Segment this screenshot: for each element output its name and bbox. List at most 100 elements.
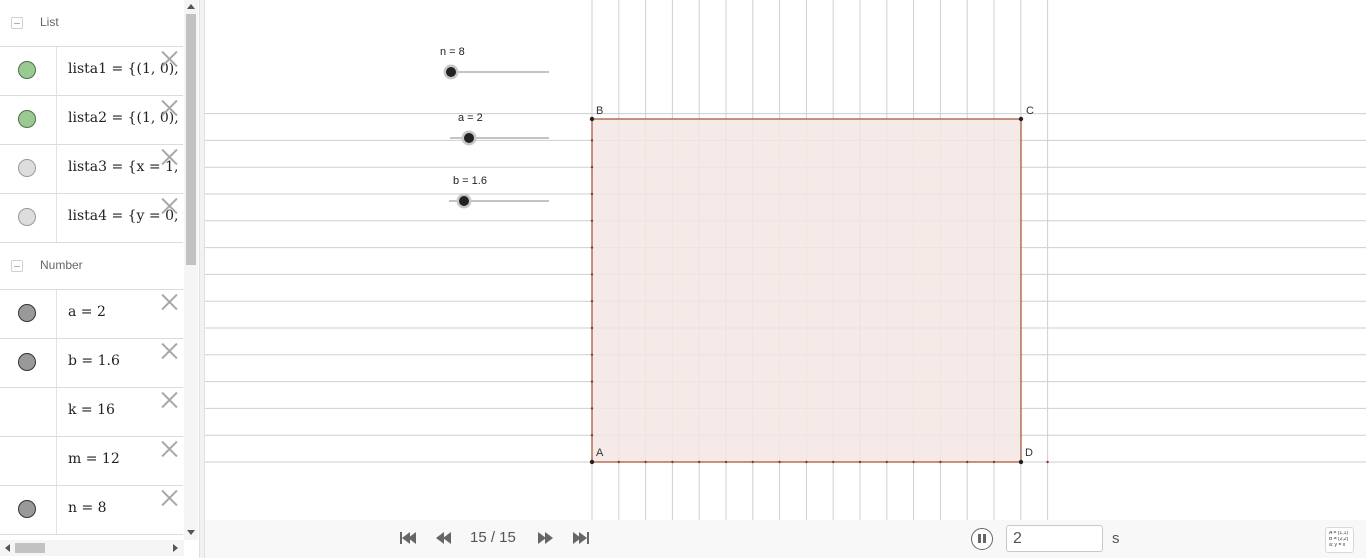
- tick-dot: [671, 460, 674, 464]
- delete-icon[interactable]: [161, 490, 177, 506]
- scroll-left-icon[interactable]: [5, 544, 10, 552]
- tick-dot: [644, 460, 647, 464]
- delete-icon[interactable]: [161, 51, 177, 67]
- vertical-scrollbar[interactable]: [184, 0, 198, 540]
- step-counter: 15 / 15: [470, 529, 516, 546]
- graphics-view[interactable]: n = 8 a = 2 b = 1.6 B C A D: [205, 0, 1366, 520]
- table-icon-line: a: y = x: [1329, 543, 1346, 547]
- collapse-icon[interactable]: [11, 17, 23, 29]
- visibility-toggle[interactable]: [18, 304, 36, 322]
- skip-first-icon[interactable]: [400, 532, 418, 546]
- visibility-toggle[interactable]: [18, 208, 36, 226]
- algebra-item-lista2[interactable]: lista2 = {(1, 0), (1.: [0, 96, 183, 145]
- group-header-list[interactable]: List: [0, 0, 183, 47]
- algebra-view: List lista1 = {(1, 0), (1, lista2 = {(1,…: [0, 0, 199, 558]
- tick-dot: [885, 460, 888, 464]
- horizontal-scrollbar[interactable]: [0, 540, 184, 556]
- playback-bar: 15 / 15 s A = (1,1) B = (2,2) a: y = x: [205, 520, 1366, 558]
- collapse-icon[interactable]: [11, 260, 23, 272]
- marble-cell: [0, 47, 57, 95]
- scroll-right-icon[interactable]: [173, 544, 178, 552]
- tick-dot: [617, 460, 620, 464]
- graphics-canvas: [205, 0, 1366, 520]
- step-back-icon[interactable]: [436, 532, 454, 546]
- table-icon-line: A = (1,1): [1329, 531, 1349, 535]
- algebra-item-k[interactable]: k = 16: [0, 388, 183, 437]
- delete-icon[interactable]: [161, 392, 177, 408]
- marble-cell: [0, 290, 57, 338]
- slider-n-label[interactable]: n = 8: [440, 46, 465, 58]
- delete-icon[interactable]: [161, 441, 177, 457]
- slider-a-handle: [464, 133, 474, 143]
- scroll-thumb[interactable]: [186, 14, 196, 265]
- step-forward-icon[interactable]: [538, 532, 556, 546]
- tick-dot: [590, 380, 594, 383]
- algebra-item-m[interactable]: m = 12: [0, 437, 183, 486]
- tick-dot: [590, 139, 594, 142]
- tick-dot: [751, 460, 754, 464]
- slider-a-label[interactable]: a = 2: [458, 112, 483, 124]
- delete-icon[interactable]: [161, 198, 177, 214]
- table-icon-line: B = (2,2): [1329, 537, 1349, 541]
- tick-dot: [698, 460, 701, 464]
- algebra-item-lista4[interactable]: lista4 = {y = 0, y =: [0, 194, 183, 243]
- tick-dot: [992, 460, 996, 464]
- tick-dot: [1046, 460, 1049, 464]
- skip-last-icon[interactable]: [573, 532, 591, 546]
- delete-icon[interactable]: [161, 294, 177, 310]
- tick-dot: [590, 300, 594, 303]
- tick-dot: [590, 192, 594, 196]
- marble-cell: [0, 194, 57, 242]
- algebra-item-a[interactable]: a = 2: [0, 290, 183, 339]
- point-c: [1018, 116, 1024, 122]
- rectangle-polygon: [591, 118, 1022, 463]
- algebra-item-b[interactable]: b = 1.6: [0, 339, 183, 388]
- algebra-item-lista3[interactable]: lista3 = {x = 1, x =: [0, 145, 183, 194]
- tick-dot: [778, 460, 781, 464]
- tick-dot: [805, 460, 808, 464]
- visibility-toggle[interactable]: [18, 159, 36, 177]
- tick-dot: [590, 246, 594, 249]
- tick-dot: [912, 460, 915, 464]
- algebra-item-n[interactable]: n = 8: [0, 486, 183, 535]
- delete-icon[interactable]: [161, 100, 177, 116]
- speed-input[interactable]: [1006, 525, 1103, 552]
- point-b-label: B: [596, 105, 604, 117]
- algebra-item-lista1[interactable]: lista1 = {(1, 0), (1,: [0, 47, 183, 96]
- visibility-toggle[interactable]: [18, 110, 36, 128]
- point-c-label: C: [1026, 105, 1034, 117]
- slider-b-label[interactable]: b = 1.6: [453, 175, 487, 187]
- tick-dot: [939, 460, 942, 464]
- scroll-down-icon[interactable]: [187, 530, 195, 535]
- visibility-toggle[interactable]: [18, 353, 36, 371]
- delete-icon[interactable]: [161, 149, 177, 165]
- delete-icon[interactable]: [161, 343, 177, 359]
- group-header-number[interactable]: Number: [0, 243, 183, 290]
- point-a-label: A: [596, 447, 604, 459]
- speed-unit: s: [1112, 530, 1120, 547]
- tick-dot: [858, 460, 862, 464]
- tick-dot: [590, 353, 594, 356]
- pause-icon: [978, 534, 981, 543]
- tick-dot: [590, 166, 594, 169]
- tick-dot: [832, 460, 835, 464]
- scroll-thumb[interactable]: [15, 543, 45, 553]
- slider-n-handle: [446, 67, 456, 77]
- table-icon[interactable]: A = (1,1) B = (2,2) a: y = x: [1325, 527, 1354, 553]
- point-b: [589, 116, 595, 122]
- pause-button[interactable]: [971, 528, 993, 550]
- scroll-up-icon[interactable]: [187, 4, 195, 9]
- tick-dot: [590, 219, 594, 222]
- marble-cell: [0, 437, 57, 485]
- point-a: [589, 459, 595, 465]
- tick-dot: [590, 326, 594, 330]
- tick-dot: [590, 407, 594, 410]
- marble-cell: [0, 388, 57, 436]
- visibility-toggle[interactable]: [18, 61, 36, 79]
- visibility-toggle[interactable]: [18, 500, 36, 518]
- group-label: List: [40, 15, 59, 29]
- slider-b-handle: [459, 196, 469, 206]
- marble-cell: [0, 339, 57, 387]
- group-label: Number: [40, 258, 83, 272]
- tick-dot: [590, 273, 594, 276]
